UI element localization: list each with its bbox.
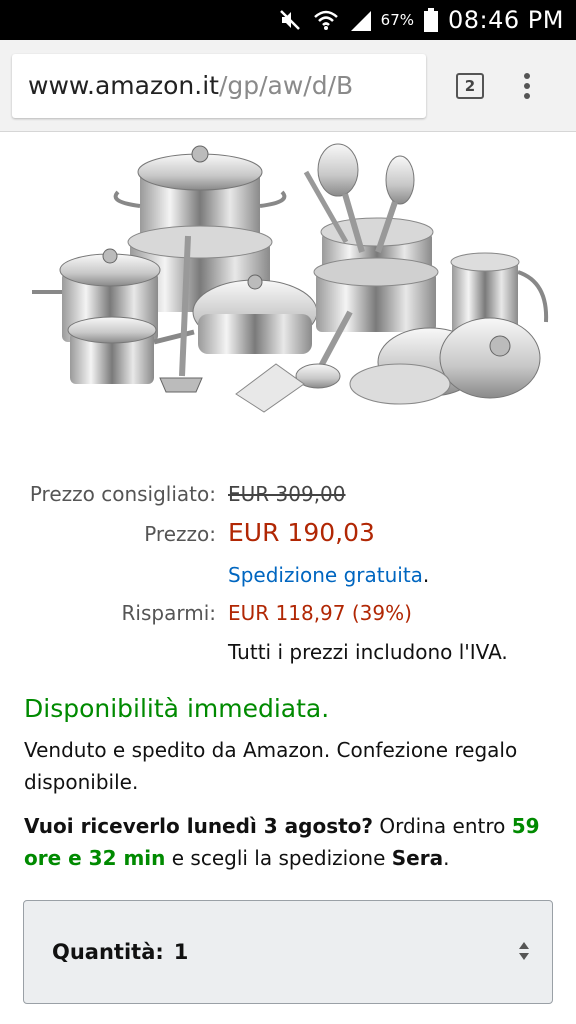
menu-dot-icon (524, 82, 530, 89)
quantity-label: Quantità: (52, 940, 164, 964)
select-arrows-icon (518, 941, 530, 961)
delivery-text-2: e scegli la spedizione (165, 846, 392, 870)
delivery-option: Sera (391, 846, 444, 870)
tab-switcher-button[interactable]: 2 (456, 72, 484, 99)
battery-icon (424, 8, 439, 32)
delivery-end: . (443, 846, 450, 870)
cookware-illustration (32, 143, 549, 413)
delivery-question: Vuoi riceverlo lunedì 3 agosto? (24, 814, 373, 838)
list-price-label: Prezzo consigliato: (29, 482, 216, 506)
savings-row: Risparmi: EUR 118,97 (39%) (0, 601, 412, 625)
product-image[interactable] (0, 132, 576, 452)
browser-toolbar: www.amazon.it/gp/aw/d/B 2 (0, 40, 576, 132)
vat-note: Tutti i prezzi includono l'IVA. (228, 640, 508, 664)
url-bar[interactable]: www.amazon.it/gp/aw/d/B (12, 53, 426, 118)
list-price-row: Prezzo consigliato: EUR 309,00 (0, 482, 346, 506)
vat-row: Tutti i prezzi includono l'IVA. (0, 640, 508, 664)
url-path: /gp/aw/d/B (218, 71, 354, 100)
signal-icon (349, 9, 373, 31)
menu-dot-icon (524, 92, 530, 99)
tab-count: 2 (464, 76, 476, 95)
free-shipping-link[interactable]: Spedizione gratuita (228, 563, 423, 587)
price-row: Prezzo: EUR 190,03 (0, 518, 375, 547)
seller-info: Venduto e spedito da Amazon. Confezione … (24, 738, 518, 794)
availability-status: Disponibilità immediata. (24, 694, 330, 723)
status-bar: 67% 08:46 PM (0, 0, 576, 40)
shipping-period: . (422, 563, 430, 587)
quantity-select[interactable]: Quantità: 1 (23, 900, 553, 1004)
menu-dot-icon (524, 72, 530, 79)
list-price-value: EUR 309,00 (228, 482, 346, 506)
wifi-icon (313, 9, 339, 31)
quantity-value: 1 (173, 940, 189, 964)
price-label: Prezzo: (144, 522, 216, 546)
delivery-estimate: Vuoi riceverlo lunedì 3 agosto? Ordina e… (24, 810, 564, 874)
price-value: EUR 190,03 (228, 518, 375, 547)
shipping-row: Spedizione gratuita. (0, 563, 429, 587)
battery-percent: 67% (380, 11, 415, 29)
mute-icon (279, 9, 303, 31)
url-host: www.amazon.it (28, 71, 219, 100)
clock: 08:46 PM (448, 6, 564, 34)
savings-value: EUR 118,97 (39%) (228, 601, 412, 625)
delivery-text-1: Ordina entro (373, 814, 512, 838)
savings-label: Risparmi: (121, 601, 216, 625)
overflow-menu-button[interactable] (524, 72, 530, 99)
